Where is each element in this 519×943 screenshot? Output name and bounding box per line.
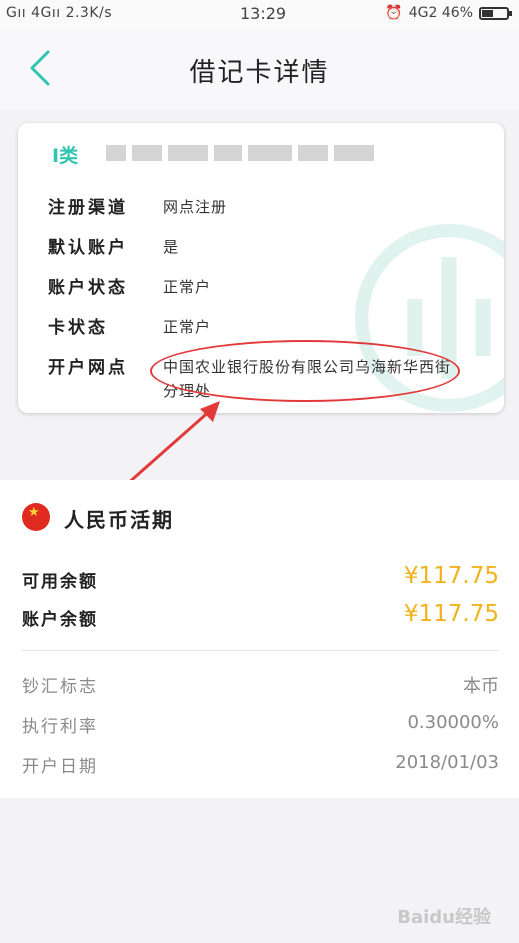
info-value: 2018/01/03 xyxy=(395,752,499,773)
available-balance-row: 可用余额 ¥117.75 xyxy=(22,563,499,595)
account-section: ★ 人民币活期 可用余额 ¥117.75 账户余额 ¥117.75 钞汇标志 本… xyxy=(0,480,519,798)
info-row-open-date: 开户日期 2018/01/03 xyxy=(22,752,499,782)
clock: 13:29 xyxy=(240,4,287,23)
alarm-icon: ⏰ xyxy=(385,5,403,21)
info-label: 钞汇标志 xyxy=(22,677,98,697)
available-balance-label: 可用余额 xyxy=(22,572,98,592)
row-value: 网点注册 xyxy=(163,198,228,216)
row-label: 卡状态 xyxy=(48,318,108,338)
account-balance-label: 账户余额 xyxy=(22,610,98,630)
card-number-redacted xyxy=(106,145,400,163)
info-row-interest-rate: 执行利率 0.30000% xyxy=(22,712,499,742)
currency-title: 人民币活期 xyxy=(64,508,174,532)
battery-icon xyxy=(479,6,512,20)
status-right: ⏰ 4G2 46% xyxy=(385,5,512,21)
baidu-watermark: Baidu经验 xyxy=(397,907,491,928)
annotation-ellipse xyxy=(150,340,460,402)
row-label: 账户状态 xyxy=(48,278,128,298)
page-title: 借记卡详情 xyxy=(189,58,330,88)
info-value: 0.30000% xyxy=(407,712,499,733)
network-status: Gıı 4Gıı 2.3K/s xyxy=(6,5,113,21)
account-balance-row: 账户余额 ¥117.75 xyxy=(22,601,499,633)
divider xyxy=(22,650,499,651)
row-value: 正常户 xyxy=(163,278,212,296)
row-label: 默认账户 xyxy=(48,238,128,258)
china-flag-icon: ★ xyxy=(22,503,50,531)
card-row-account-status: 账户状态 正常户 xyxy=(48,273,474,313)
info-label: 执行利率 xyxy=(22,717,98,737)
info-row-cash-flag: 钞汇标志 本币 xyxy=(22,672,499,702)
card-row-channel: 注册渠道 网点注册 xyxy=(48,193,474,233)
app-header: 借记卡详情 xyxy=(0,30,519,110)
annotation-arrow-icon xyxy=(125,401,220,487)
available-balance-value: ¥117.75 xyxy=(403,563,499,589)
status-bar: Gıı 4Gıı 2.3K/s 13:29 ⏰ 4G2 46% xyxy=(0,0,519,30)
account-balance-value: ¥117.75 xyxy=(403,601,499,627)
row-value: 正常户 xyxy=(163,318,212,336)
card-row-default: 默认账户 是 xyxy=(48,233,474,273)
row-value: 是 xyxy=(163,238,180,256)
row-label: 开户网点 xyxy=(48,358,128,378)
network-battery-text: 4G2 46% xyxy=(408,5,473,21)
info-label: 开户日期 xyxy=(22,757,98,777)
page-bottom: Baidu经验 xyxy=(0,798,519,943)
row-label: 注册渠道 xyxy=(48,198,128,218)
card-type-label: I类 xyxy=(52,145,79,167)
info-value: 本币 xyxy=(463,676,499,697)
